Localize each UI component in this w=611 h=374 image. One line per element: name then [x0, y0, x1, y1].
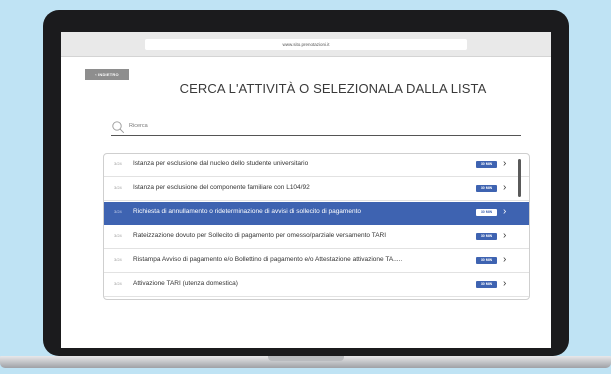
item-number: 3/24 [114, 185, 122, 190]
chevron-right-icon[interactable]: › [503, 158, 506, 170]
item-label: Istanza per esclusione del componente fa… [133, 184, 310, 191]
chevron-right-icon[interactable]: › [503, 182, 506, 194]
list-scrollbar[interactable] [518, 159, 521, 197]
duration-badge: 30 MIN [476, 233, 497, 240]
item-label: Ristampa Avviso di pagamento e/o Bollett… [133, 256, 403, 263]
list-item[interactable]: 3/24 Istanza per esclusione del component… [104, 178, 529, 201]
item-number: 3/24 [114, 209, 122, 214]
chevron-right-icon[interactable]: › [503, 230, 506, 242]
list-item[interactable]: 3/24 Richiesta di annullamento o rideterm… [104, 202, 529, 225]
list-item[interactable]: 3/24 Istanza per esclusione dal nucleo de… [104, 154, 529, 177]
page-title: CERCA L'ATTIVITÀ O SELEZIONALA DALLA LIS… [179, 81, 487, 96]
item-number: 3/24 [114, 257, 122, 262]
list-item[interactable]: 3/24 Ristampa Avviso di pagamento e/o Bol… [104, 250, 529, 273]
chevron-left-icon: ‹ [95, 72, 97, 77]
browser-address-bar: www.sito.prenotazioni.it [61, 32, 551, 57]
item-number: 3/24 [114, 233, 122, 238]
duration-badge: 30 MIN [476, 209, 497, 216]
duration-badge: 30 MIN [476, 281, 497, 288]
item-label: Attivazione TARI (utenza domestica) [133, 280, 238, 287]
back-button[interactable]: ‹ INDIETRO [85, 69, 129, 80]
item-label: Richiesta di annullamento o rideterminaz… [133, 208, 361, 215]
list-item[interactable]: 3/24 Rateizzazione dovuto per Sollecito d… [104, 226, 529, 249]
url-field[interactable]: www.sito.prenotazioni.it [145, 39, 467, 50]
item-label: Istanza per esclusione dal nucleo dello … [133, 160, 309, 167]
search-input[interactable] [129, 119, 521, 133]
chevron-right-icon[interactable]: › [503, 206, 506, 218]
duration-badge: 30 MIN [476, 257, 497, 264]
duration-badge: 30 MIN [476, 185, 497, 192]
chevron-right-icon[interactable]: › [503, 254, 506, 266]
item-label: Rateizzazione dovuto per Sollecito di pa… [133, 232, 387, 239]
laptop-screen: www.sito.prenotazioni.it ‹ INDIETRO CERC… [61, 32, 551, 348]
item-number: 3/24 [114, 161, 122, 166]
search-icon [112, 121, 125, 134]
list-item[interactable]: 3/24 Attivazione TARI (utenza domestica) 3… [104, 274, 529, 297]
item-number: 3/24 [114, 281, 122, 286]
laptop-base-notch [268, 356, 344, 361]
chevron-right-icon[interactable]: › [503, 278, 506, 290]
activity-list: 3/24 Istanza per esclusione dal nucleo de… [103, 153, 530, 300]
duration-badge: 30 MIN [476, 161, 497, 168]
search-underline [111, 135, 521, 136]
back-button-label: INDIETRO [98, 72, 119, 77]
